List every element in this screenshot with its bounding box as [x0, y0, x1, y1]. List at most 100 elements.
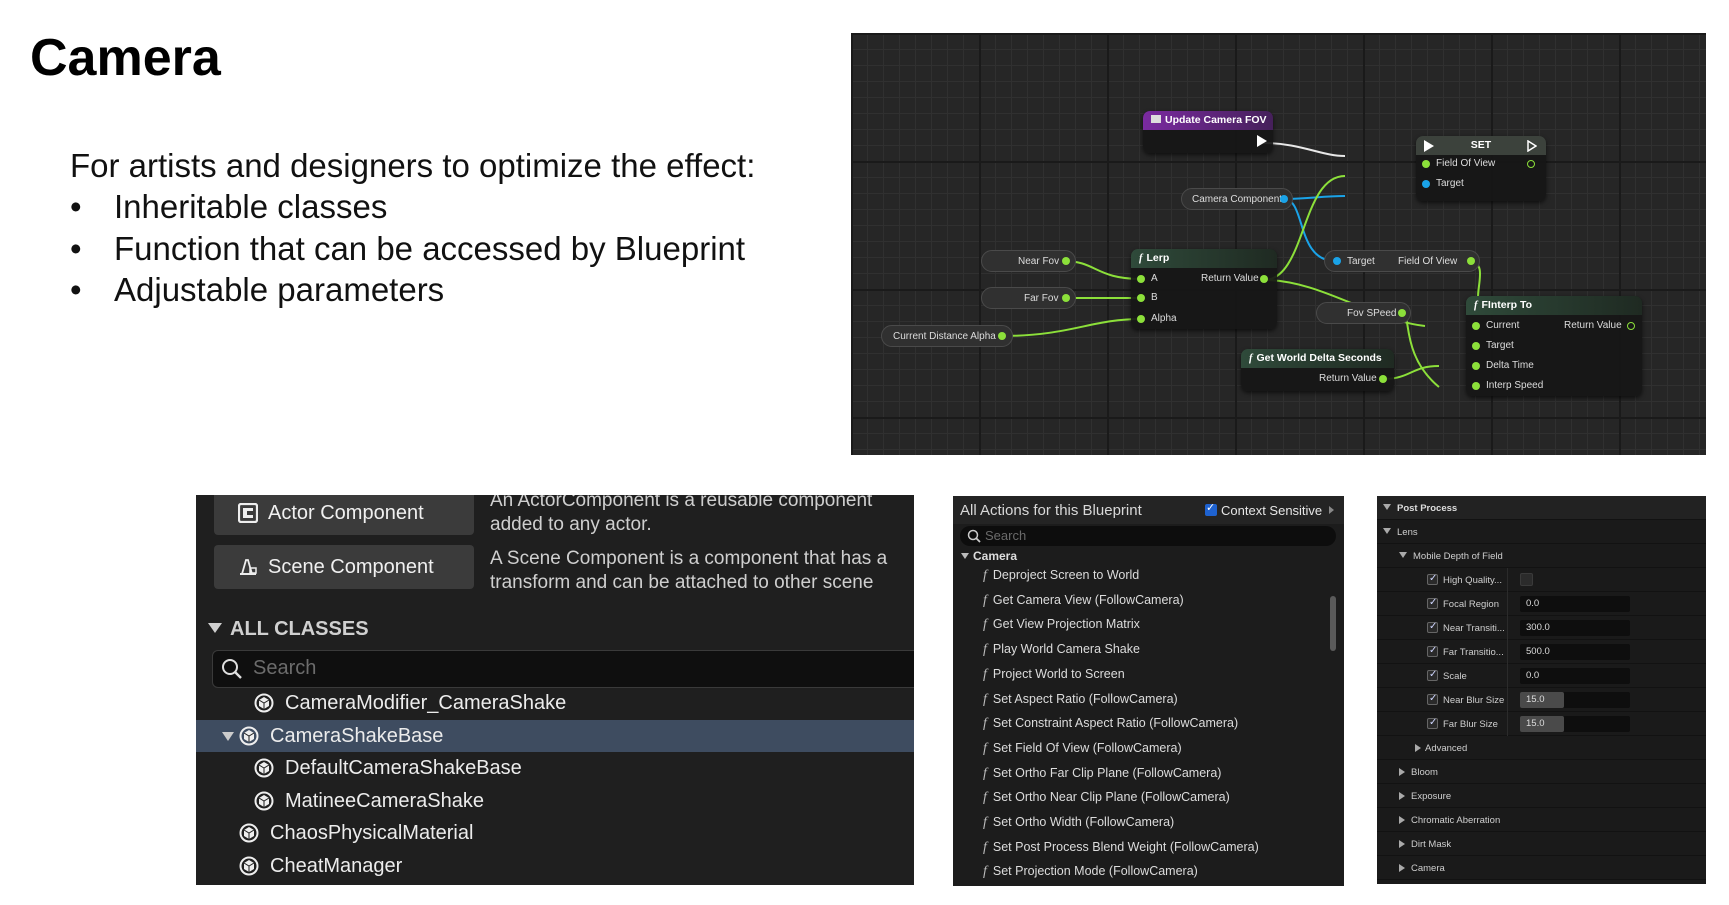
get-world-delta-seconds-node[interactable]: f Get World Delta Seconds Return Value — [1241, 349, 1394, 391]
post-process-panel[interactable]: Post Process Lens Mobile Depth of Field … — [1377, 496, 1706, 884]
value-slider[interactable]: 15.0 — [1520, 716, 1630, 732]
finterp-delta-time-pin[interactable] — [1472, 362, 1480, 370]
lens-group[interactable]: Lens — [1377, 520, 1706, 544]
target-pin[interactable] — [1422, 180, 1430, 188]
set-node[interactable]: SET Field Of View Target — [1416, 136, 1546, 201]
set-target-label: Target — [1436, 178, 1464, 189]
world-delta-return-pin[interactable] — [1379, 375, 1387, 383]
action-item[interactable]: f Deproject Screen to World — [983, 568, 1139, 584]
mobile-dof-group[interactable]: Mobile Depth of Field — [1377, 544, 1706, 568]
fov-speed-pin[interactable] — [1398, 309, 1406, 317]
context-sensitive-checkbox[interactable]: ✓ — [1205, 502, 1217, 516]
world-delta-title: Get World Delta Seconds — [1256, 352, 1382, 364]
value-checkbox[interactable] — [1520, 573, 1533, 586]
collapsed-group[interactable]: Exposure — [1377, 784, 1706, 808]
current-distance-alpha-pin[interactable] — [998, 332, 1006, 340]
class-search-input[interactable]: Search — [212, 650, 914, 688]
finterp-target-pin[interactable] — [1472, 342, 1480, 350]
function-icon: f — [983, 790, 987, 806]
camera-component-node[interactable]: Camera Component — [1181, 188, 1293, 210]
class-list-item[interactable]: CameraModifier_CameraShake — [196, 687, 914, 719]
override-checkbox[interactable] — [1427, 645, 1438, 657]
class-list-item[interactable]: CheatManager — [196, 850, 914, 882]
value-slider[interactable]: 15.0 — [1520, 692, 1630, 708]
class-name: DefaultCameraShakeBase — [285, 757, 522, 780]
fov-getter-output-pin[interactable] — [1467, 257, 1475, 265]
category-camera[interactable]: Camera — [961, 549, 1017, 563]
post-process-section[interactable]: Post Process — [1377, 496, 1706, 520]
override-checkbox[interactable] — [1427, 621, 1438, 633]
exec-out-pin[interactable] — [1257, 135, 1267, 147]
fov-speed-node[interactable]: Fov SPeed — [1316, 302, 1411, 324]
lerp-return-pin[interactable] — [1260, 275, 1268, 283]
actor-component-button[interactable]: Actor Component — [214, 495, 474, 535]
collapsed-group[interactable]: Chromatic Aberration — [1377, 808, 1706, 832]
far-fov-node[interactable]: Far Fov — [981, 287, 1076, 309]
collapsed-group[interactable]: Dirt Mask — [1377, 832, 1706, 856]
class-list-item[interactable]: MatineeCameraShake — [196, 785, 914, 817]
fov-getter-target-pin[interactable] — [1333, 257, 1341, 265]
value-input[interactable]: 500.0 — [1520, 644, 1630, 660]
action-item[interactable]: f Set Post Process Blend Weight (FollowCa… — [983, 840, 1259, 856]
collapsed-group[interactable]: Camera — [1377, 856, 1706, 880]
finterp-to-node[interactable]: f FInterp To Current Return Value Target … — [1466, 296, 1642, 396]
finterp-return-pin[interactable] — [1627, 322, 1635, 330]
bullet-list: Inheritable classes Function that can be… — [70, 186, 745, 311]
field-of-view-pin[interactable] — [1422, 160, 1430, 168]
all-actions-panel[interactable]: All Actions for this Blueprint ✓ Context… — [953, 496, 1344, 886]
class-list-item[interactable]: ChaosPhysicalMaterial — [196, 817, 914, 849]
finterp-current-pin[interactable] — [1472, 322, 1480, 330]
chevron-right-icon[interactable] — [1329, 506, 1334, 514]
action-item[interactable]: f Set Ortho Far Clip Plane (FollowCamera) — [983, 766, 1221, 782]
function-icon: f — [983, 592, 987, 608]
action-item[interactable]: f Set Constraint Aspect Ratio (FollowCame… — [983, 716, 1238, 732]
class-list-item[interactable]: DefaultCameraShakeBase — [196, 752, 914, 784]
value-input[interactable]: 0.0 — [1520, 668, 1630, 684]
lerp-a-pin[interactable] — [1137, 275, 1145, 283]
action-item[interactable]: f Get Camera View (FollowCamera) — [983, 593, 1184, 609]
value-input[interactable]: 300.0 — [1520, 620, 1630, 636]
scrollbar-thumb[interactable] — [1330, 596, 1336, 651]
update-camera-fov-node[interactable]: Update Camera FOV — [1143, 111, 1273, 153]
class-picker-panel[interactable]: Actor Component An ActorComponent is a r… — [196, 495, 914, 885]
advanced-group[interactable]: Advanced — [1377, 736, 1706, 760]
override-checkbox[interactable] — [1427, 669, 1438, 681]
action-item[interactable]: f Set Ortho Width (FollowCamera) — [983, 815, 1174, 831]
field-of-view-getter-node[interactable]: Target Field Of View — [1324, 250, 1480, 272]
finterp-return-label: Return Value — [1564, 320, 1622, 331]
lerp-node[interactable]: f Lerp A Return Value B Alpha — [1131, 249, 1277, 329]
collapsed-group[interactable]: Bloom — [1377, 760, 1706, 784]
camera-component-pin[interactable] — [1280, 195, 1288, 203]
action-item[interactable]: f Play World Camera Shake — [983, 642, 1140, 658]
expand-arrow-icon[interactable] — [222, 731, 234, 741]
action-item[interactable]: f Get View Projection Matrix — [983, 617, 1140, 633]
finterp-interp-speed-pin[interactable] — [1472, 382, 1480, 390]
scene-component-button[interactable]: Scene Component — [214, 545, 474, 589]
value-input[interactable]: 0.0 — [1520, 596, 1630, 612]
far-fov-pin[interactable] — [1062, 294, 1070, 302]
action-item[interactable]: f Set Projection Mode (FollowCamera) — [983, 864, 1198, 880]
class-list-item[interactable]: CameraShakeBase — [196, 719, 914, 752]
collapse-arrow-icon — [1383, 528, 1391, 534]
override-checkbox[interactable] — [1427, 717, 1438, 729]
lerp-return-label: Return Value — [1201, 273, 1259, 284]
all-classes-header[interactable]: ALL CLASSES — [208, 618, 369, 641]
exec-out-pin[interactable] — [1527, 140, 1537, 152]
action-item[interactable]: f Project World to Screen — [983, 667, 1125, 683]
near-fov-pin[interactable] — [1062, 257, 1070, 265]
current-distance-alpha-node[interactable]: Current Distance Alpha — [881, 325, 1013, 347]
actions-search-input[interactable]: Search — [960, 526, 1336, 546]
field-of-view-out-pin[interactable] — [1527, 160, 1535, 168]
blueprint-graph[interactable]: Update Camera FOV SET Field Of View Targ… — [851, 33, 1706, 455]
lerp-alpha-pin[interactable] — [1137, 315, 1145, 323]
override-checkbox[interactable] — [1427, 573, 1438, 585]
slide-title: Camera — [30, 29, 221, 87]
action-item[interactable]: f Set Ortho Near Clip Plane (FollowCamera… — [983, 790, 1230, 806]
action-item[interactable]: f Set Aspect Ratio (FollowCamera) — [983, 692, 1178, 708]
near-fov-node[interactable]: Near Fov — [981, 250, 1076, 272]
exec-in-pin[interactable] — [1424, 140, 1434, 152]
lerp-b-pin[interactable] — [1137, 294, 1145, 302]
override-checkbox[interactable] — [1427, 597, 1438, 609]
action-item[interactable]: f Set Field Of View (FollowCamera) — [983, 741, 1182, 757]
override-checkbox[interactable] — [1427, 693, 1438, 705]
